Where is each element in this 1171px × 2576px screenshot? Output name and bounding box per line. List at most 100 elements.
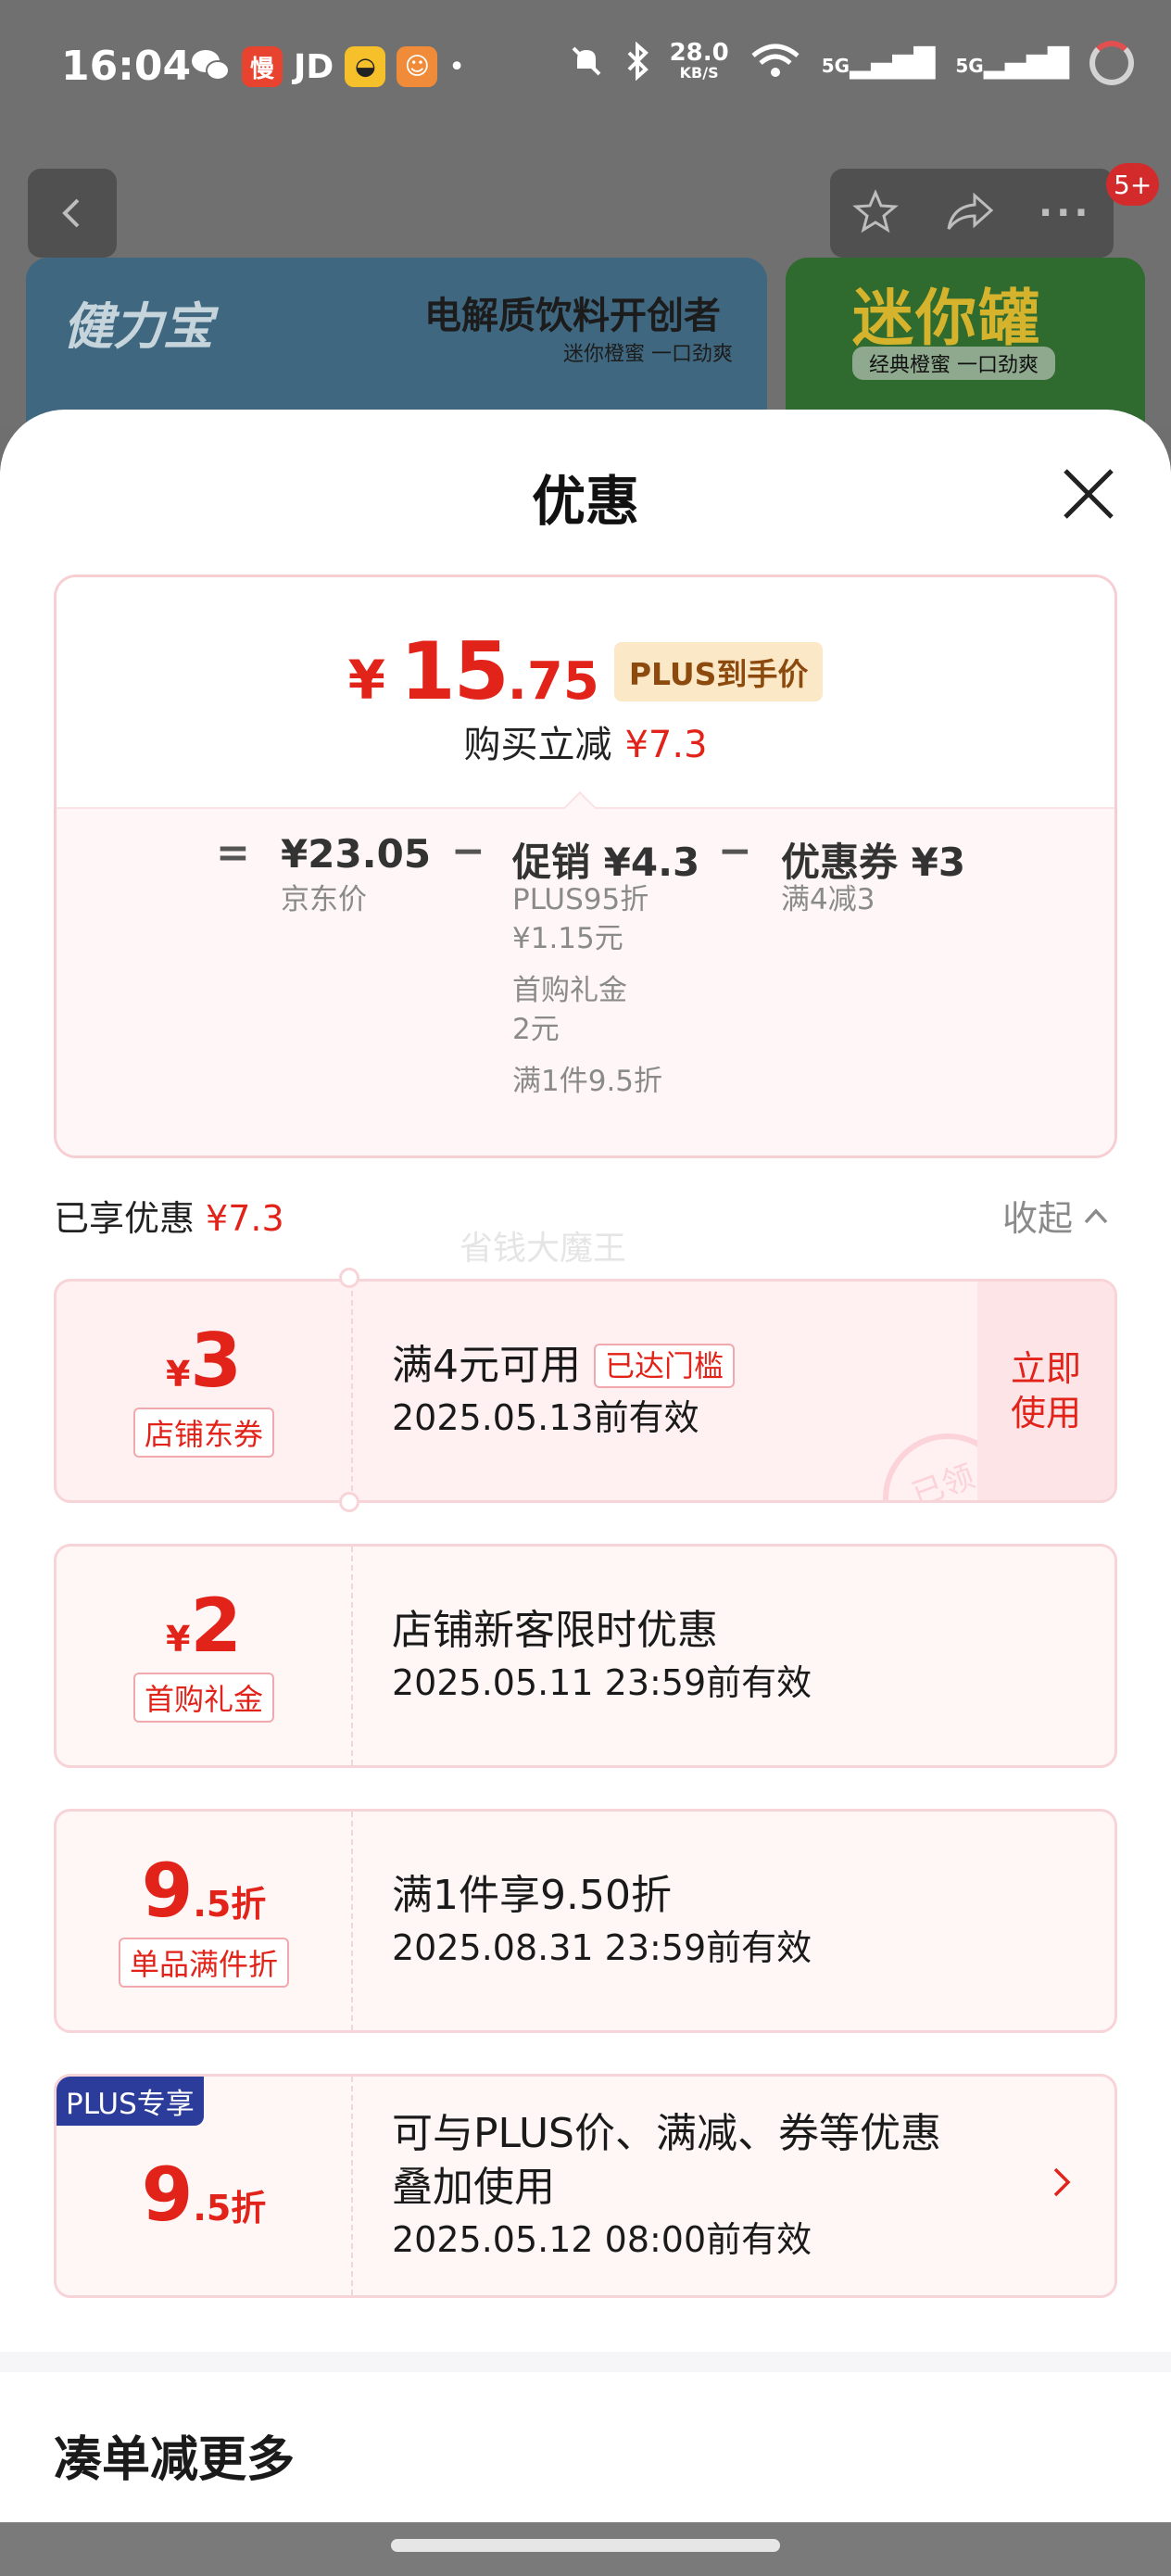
minus-sign: − — [718, 827, 752, 875]
banner-side-subtitle: 经典橙蜜 一口劲爽 — [852, 347, 1055, 380]
promo-detail: PLUS95折 — [512, 883, 649, 916]
coupon-number: 9 — [141, 2152, 194, 2238]
battery-icon — [1089, 41, 1134, 85]
coupon-card[interactable]: PLUS专享 9 .5折 可与PLUS价、满减、券等优惠 叠加使用 2025.0… — [54, 2074, 1117, 2298]
status-app-icons: 慢 JD ◒ ☺ • — [190, 46, 465, 87]
wifi-icon — [749, 43, 801, 83]
more-icon[interactable]: ··· — [1039, 192, 1092, 234]
status-time: 16:04 — [61, 43, 192, 90]
coupon-type-tag: 单品满件折 — [118, 1938, 289, 1988]
jd-icon: JD — [294, 47, 334, 86]
buy-reduce: 购买立减 ¥7.3 — [57, 714, 1114, 768]
coupon-amount: 9 .5折 — [142, 2158, 267, 2232]
coupon-amount: ¥ 2 — [166, 1589, 242, 1663]
price-top: ¥ 15 .75 PLUS到手价 购买立减 ¥7.3 — [57, 577, 1114, 807]
enjoyed-label: 已享优惠 — [54, 1198, 195, 1239]
banner-subtitle: 迷你橙蜜 一口劲爽 — [563, 343, 733, 366]
coupon-info: 店铺新客限时优惠 2025.05.11 23:59前有效 — [392, 1547, 812, 1765]
banner-title: 电解质饮料开创者 — [424, 295, 721, 337]
collapse-label: 收起 — [1002, 1198, 1074, 1239]
coupon-card[interactable]: 9 .5折 单品满件折 满1件享9.50折 2025.08.31 23:59前有… — [54, 1809, 1117, 2033]
use-now-button[interactable]: 立即 使用 — [977, 1282, 1114, 1500]
price-summary-card: ¥ 15 .75 PLUS到手价 购买立减 ¥7.3 = ¥23.05 京东价 −… — [54, 575, 1117, 1158]
price-breakdown: = ¥23.05 京东价 − 促销 ¥4.3 PLUS95折 ¥1.15元 首购… — [57, 807, 1114, 1155]
coupon-card[interactable]: ¥ 2 首购礼金 店铺新客限时优惠 2025.05.11 23:59前有效 — [54, 1544, 1117, 1768]
close-button[interactable] — [1056, 461, 1121, 526]
app-badge-icon: ☺ — [397, 46, 438, 87]
reduce-value: ¥7.3 — [624, 724, 708, 766]
coupon-currency: ¥ — [165, 1354, 191, 1395]
coupon-suffix: .5折 — [193, 1884, 267, 1925]
promo-detail: 2元 — [512, 1013, 560, 1046]
coupon-divider — [351, 1282, 353, 1500]
enjoyed-value: ¥7.3 — [206, 1198, 284, 1239]
brand-logo: 健力宝 — [63, 297, 213, 356]
equals-sign: = — [216, 829, 250, 877]
promo-detail: ¥1.15元 — [512, 922, 623, 955]
coupon-expiry: 2025.05.13前有效 — [392, 1397, 699, 1438]
coupon-detail: 满4减3 — [781, 883, 875, 916]
ticket-cut — [339, 1492, 359, 1512]
coupon-currency: ¥ — [165, 1619, 191, 1660]
price-currency: ¥ — [347, 649, 385, 712]
coupon-info: 可与PLUS价、满减、券等优惠 叠加使用 2025.05.12 08:00前有效 — [392, 2077, 941, 2295]
ticket-cut — [339, 1268, 359, 1288]
close-icon — [1064, 469, 1114, 519]
chevron-left-icon — [62, 198, 80, 228]
jd-price-label: 京东价 — [281, 883, 367, 916]
coupon-suffix: .5折 — [193, 2188, 267, 2229]
net-speed: 28.0 KB/S — [669, 39, 729, 82]
status-right-icons: 28.0 KB/S 5G▂▄▆█ 5G▂▄▆█ — [568, 41, 1134, 85]
home-indicator[interactable] — [391, 2539, 780, 2552]
share-icon[interactable] — [943, 188, 995, 238]
wechat-icon — [190, 46, 231, 87]
coupon-divider — [351, 2077, 353, 2295]
coupon-expiry: 2025.08.31 23:59前有效 — [392, 1927, 812, 1968]
sheet-title: 优惠 — [531, 470, 639, 533]
coupon-number: 3 — [190, 1318, 243, 1404]
threshold-met-tag: 已达门槛 — [594, 1344, 736, 1388]
coupon-title-row: 满4元可用 已达门槛 — [392, 1339, 736, 1393]
coupon-value: 9 .5折 — [57, 2077, 351, 2295]
back-button[interactable] — [28, 169, 117, 258]
star-icon[interactable] — [851, 187, 900, 239]
coupon-type-tag: 首购礼金 — [132, 1673, 274, 1723]
coupon-expiry: 2025.05.11 23:59前有效 — [392, 1662, 812, 1703]
chevron-up-icon — [1084, 1207, 1108, 1223]
app-badge-icon: 慢 — [242, 46, 283, 87]
price-decimal: .75 — [507, 651, 599, 712]
status-bar: 16:04 慢 JD ◒ ☺ • 28.0 KB/S 5G▂▄▆█ 5G▂▄▆█ — [0, 0, 1171, 139]
signal-icon: 5G▂▄▆█ — [955, 46, 1069, 80]
coupon-value: 9 .5折 单品满件折 — [57, 1812, 351, 2030]
coupon-expiry: 2025.05.12 08:00前有效 — [392, 2219, 812, 2260]
banner-side-title: 迷你罐 — [852, 283, 1041, 354]
section-divider — [0, 2352, 1171, 2372]
collapse-toggle[interactable]: 收起 — [1002, 1190, 1110, 1241]
chevron-right-icon[interactable] — [1051, 2166, 1072, 2203]
use-now-label: 立即 使用 — [1010, 1348, 1081, 1433]
coupon-title: 叠加使用 — [392, 2164, 555, 2211]
mute-icon — [568, 43, 605, 83]
coupon-info: 满1件享9.50折 2025.08.31 23:59前有效 — [392, 1812, 812, 2030]
coupon-divider — [351, 1812, 353, 2030]
coupon-value: ¥ 2 首购礼金 — [57, 1547, 351, 1765]
section-title-more: 凑单减更多 — [54, 2432, 296, 2488]
coupon-amount: 9 .5折 — [142, 1854, 267, 1928]
reduce-label: 购买立减 — [463, 724, 612, 766]
bluetooth-icon — [625, 41, 649, 84]
discount-sheet: 优惠 ¥ 15 .75 PLUS到手价 购买立减 ¥7.3 = ¥23.05 京东… — [0, 410, 1171, 2532]
minus-sign: − — [451, 827, 485, 875]
plus-price-tag: PLUS到手价 — [613, 642, 824, 701]
promo-detail: 满1件9.5折 — [512, 1065, 663, 1098]
coupon-title: 满4元可用 — [392, 1342, 581, 1389]
coupon-type-tag: 店铺东券 — [132, 1408, 274, 1458]
enjoyed-discount: 已享优惠 ¥7.3 — [54, 1190, 284, 1241]
coupon-title: 店铺新客限时优惠 — [392, 1607, 718, 1654]
coupon-card[interactable]: ¥ 3 店铺东券 满4元可用 已达门槛 2025.05.13前有效 已领 立即 … — [54, 1279, 1117, 1503]
coupon-amount: ¥ 3 — [166, 1324, 242, 1398]
coupon-title: 满1件享9.50折 — [392, 1872, 672, 1919]
signal-icon: 5G▂▄▆█ — [821, 46, 936, 80]
message-count-badge: 5+ — [1106, 163, 1160, 206]
promo-detail: 首购礼金 — [512, 974, 627, 1007]
coupon-divider — [351, 1547, 353, 1765]
